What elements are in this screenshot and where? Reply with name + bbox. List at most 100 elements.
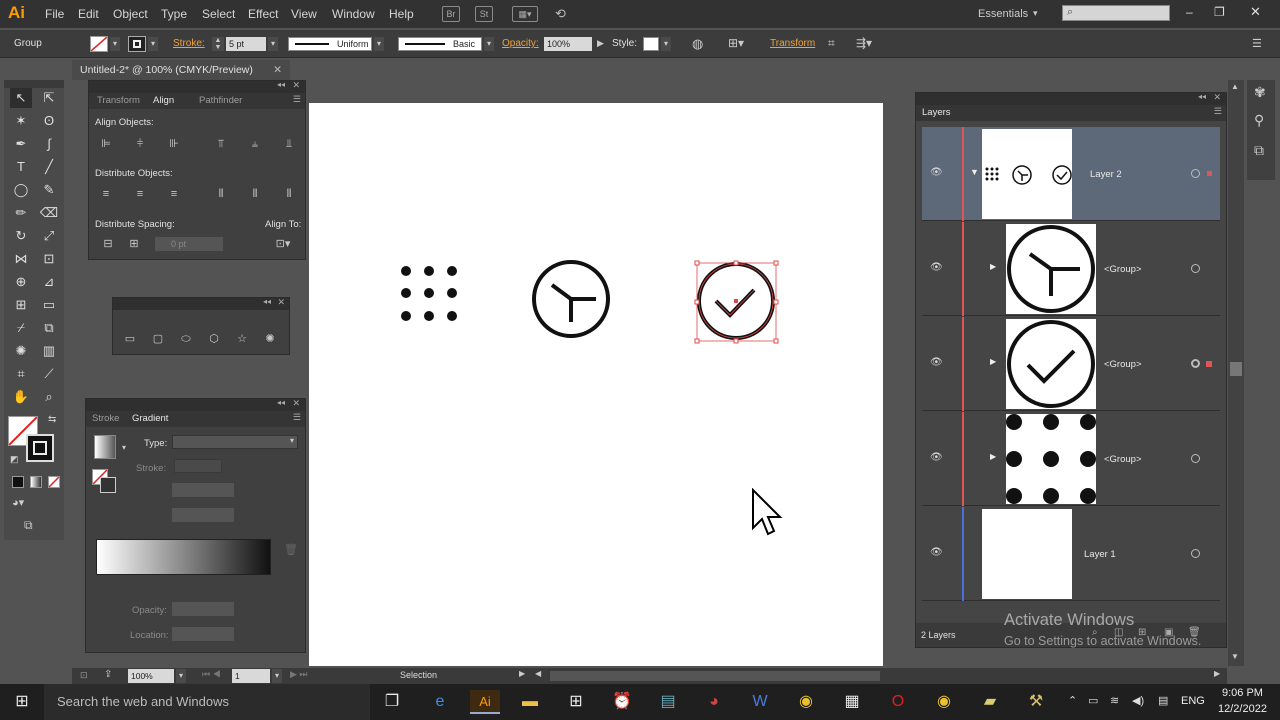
gradient-type-select[interactable]: ▾ bbox=[172, 435, 298, 449]
direct-selection-tool-icon[interactable]: ⇱ bbox=[38, 88, 60, 108]
file-explorer-icon[interactable]: ▬ bbox=[516, 690, 544, 714]
vertical-distribute-space-icon[interactable]: ⊟ bbox=[101, 237, 115, 251]
store-icon[interactable]: ⊞ bbox=[562, 690, 590, 714]
tab-align[interactable]: Align bbox=[153, 95, 174, 106]
ellipse-tool-icon[interactable]: ◯ bbox=[10, 180, 32, 200]
windows-start-icon[interactable]: ⊞ bbox=[8, 690, 36, 714]
scroll-right-icon[interactable]: ▶ bbox=[1214, 669, 1220, 678]
zoom-tool-icon[interactable]: ⌕ bbox=[38, 387, 60, 407]
zoom-field[interactable]: 100% bbox=[128, 669, 174, 683]
chevron-right-icon[interactable]: ▶ bbox=[597, 38, 604, 49]
lasso-tool-icon[interactable]: ʘ bbox=[38, 111, 60, 131]
gradient-thumbnail[interactable] bbox=[94, 435, 116, 459]
vertical-align-bottom-icon[interactable]: ⫫ bbox=[282, 137, 296, 151]
target-circle-icon[interactable] bbox=[1191, 549, 1200, 558]
target-circle-icon[interactable] bbox=[1191, 264, 1200, 273]
illustrator-taskbar-icon[interactable]: Ai bbox=[470, 690, 500, 714]
scroll-up-icon[interactable]: ▲ bbox=[1231, 82, 1239, 91]
opacity-label[interactable]: Opacity: bbox=[502, 38, 539, 49]
none-mode-icon[interactable] bbox=[48, 476, 60, 488]
show-hidden-icons-icon[interactable]: ⌃ bbox=[1068, 694, 1077, 707]
flare-tool-icon[interactable]: ✺ bbox=[263, 332, 277, 346]
gradient-slider[interactable] bbox=[96, 539, 271, 575]
align-options-icon[interactable]: ⊞▾ bbox=[728, 36, 744, 50]
scroll-down-icon[interactable]: ▼ bbox=[1231, 652, 1239, 661]
graphic-style-swatch[interactable] bbox=[643, 37, 659, 51]
stroke-color-swatch[interactable] bbox=[26, 434, 54, 462]
rotate-view-icon[interactable]: ⊡ bbox=[80, 670, 88, 681]
menu-help[interactable]: Help bbox=[389, 7, 414, 21]
close-icon[interactable]: ✕ bbox=[277, 297, 285, 308]
menu-edit[interactable]: Edit bbox=[78, 7, 99, 21]
last-artboard-icon[interactable]: ▶ ⏭ bbox=[290, 669, 308, 680]
paintbrush-tool-icon[interactable]: ✎ bbox=[38, 180, 60, 200]
eraser-tool-icon[interactable]: ⌫ bbox=[38, 203, 60, 223]
word-icon[interactable]: W bbox=[746, 690, 774, 714]
panel-menu-icon[interactable]: ☰ bbox=[1252, 37, 1262, 50]
alarm-icon[interactable]: ⏰ bbox=[608, 690, 636, 714]
shape-builder-tool-icon[interactable]: ⊕ bbox=[10, 272, 32, 292]
notes-icon[interactable]: ▰ bbox=[976, 690, 1004, 714]
fill-swatch[interactable] bbox=[90, 36, 108, 52]
edge-icon[interactable]: e bbox=[426, 690, 454, 714]
close-tab-icon[interactable]: ✕ bbox=[273, 60, 282, 80]
arrange-icon[interactable]: ⇶▾ bbox=[856, 36, 872, 50]
tab-transform[interactable]: Transform bbox=[97, 95, 140, 106]
visibility-eye-icon[interactable]: 👁 bbox=[930, 357, 943, 368]
blend-tool-icon[interactable]: ⧉ bbox=[38, 318, 60, 338]
restore-button[interactable]: ❐ bbox=[1214, 5, 1225, 19]
stroke-dropdown[interactable]: ▾ bbox=[148, 37, 158, 51]
layer-row-layer-1[interactable]: 👁 Layer 1 bbox=[922, 507, 1220, 601]
close-button[interactable]: ✕ bbox=[1250, 4, 1261, 20]
swap-colors-icon[interactable]: ⇆ bbox=[48, 414, 56, 425]
free-transform-tool-icon[interactable]: ⊡ bbox=[38, 249, 60, 269]
brush-dropdown[interactable]: ▾ bbox=[484, 37, 494, 51]
color-guide-icon[interactable]: ✾ bbox=[1254, 84, 1266, 101]
horizontal-distribute-center-icon[interactable]: ⦀ bbox=[248, 187, 262, 201]
panel-menu-icon[interactable]: ☰ bbox=[293, 94, 301, 105]
document-tab[interactable]: Untitled-2* @ 100% (CMYK/Preview) ✕ bbox=[72, 60, 290, 80]
check-circle-icon[interactable] bbox=[694, 260, 779, 344]
transform-link[interactable]: Transform bbox=[770, 38, 815, 49]
type-tool-icon[interactable]: T bbox=[10, 157, 32, 177]
app-icon[interactable]: ▤ bbox=[654, 690, 682, 714]
pen-tool-icon[interactable]: ✒ bbox=[10, 134, 32, 154]
workspace-switcher[interactable]: Essentials bbox=[978, 8, 1028, 20]
language-indicator[interactable]: ENG bbox=[1181, 695, 1205, 707]
target-circle-icon[interactable] bbox=[1191, 359, 1200, 368]
close-icon[interactable]: ✕ bbox=[1213, 92, 1221, 103]
variable-width-profile[interactable]: Uniform bbox=[288, 37, 372, 51]
brush-definition[interactable]: Basic bbox=[398, 37, 482, 51]
slice-tool-icon[interactable]: ⟋ bbox=[38, 364, 60, 384]
ellipse-tool-icon[interactable]: ⬭ bbox=[179, 332, 193, 346]
export-icon[interactable]: ⇪ bbox=[104, 669, 112, 680]
visibility-eye-icon[interactable]: 👁 bbox=[930, 167, 943, 178]
search-input[interactable]: ⌕ bbox=[1062, 5, 1170, 21]
stroke-weight-dropdown[interactable]: ▾ bbox=[268, 37, 278, 51]
tab-layers[interactable]: Layers bbox=[922, 107, 951, 118]
paint-icon[interactable]: ◕ bbox=[700, 690, 728, 714]
close-icon[interactable]: ✕ bbox=[292, 398, 300, 409]
clock-date[interactable]: 12/2/2022 bbox=[1218, 703, 1267, 715]
menu-select[interactable]: Select bbox=[202, 7, 235, 21]
vertical-distribute-center-icon[interactable]: ≡ bbox=[133, 187, 147, 201]
width-tool-icon[interactable]: ⋈ bbox=[10, 249, 32, 269]
artboards-icon[interactable]: ⧉ bbox=[1254, 142, 1264, 159]
horizontal-align-left-icon[interactable]: ⊫ bbox=[99, 137, 113, 151]
artboard-tool-icon[interactable]: ⌗ bbox=[10, 364, 32, 384]
gpu-performance-icon[interactable]: ⟲ bbox=[555, 6, 566, 22]
volume-icon[interactable]: ◀) bbox=[1132, 694, 1144, 707]
clock-time[interactable]: 9:06 PM bbox=[1222, 687, 1263, 699]
minimize-button[interactable]: – bbox=[1186, 5, 1193, 19]
stroke-weight-field[interactable]: 5 pt bbox=[226, 37, 266, 51]
align-to-selection-icon[interactable]: ⊡▾ bbox=[271, 237, 295, 251]
expand-arrow-icon[interactable]: ▶ bbox=[990, 357, 996, 366]
column-graph-tool-icon[interactable]: ▥ bbox=[38, 341, 60, 361]
collapse-icon[interactable]: ◂◂ bbox=[277, 398, 285, 407]
polygon-tool-icon[interactable]: ⬡ bbox=[207, 332, 221, 346]
chevron-down-icon[interactable]: ▾ bbox=[122, 443, 126, 452]
bridge-icon[interactable]: Br bbox=[442, 6, 460, 22]
layer-row-layer-2[interactable]: 👁 ▼ Layer 2 bbox=[922, 127, 1220, 221]
layer-row-group-dots[interactable]: 👁 ▶ <Group> bbox=[922, 412, 1220, 506]
calculator-icon[interactable]: ▦ bbox=[838, 690, 866, 714]
